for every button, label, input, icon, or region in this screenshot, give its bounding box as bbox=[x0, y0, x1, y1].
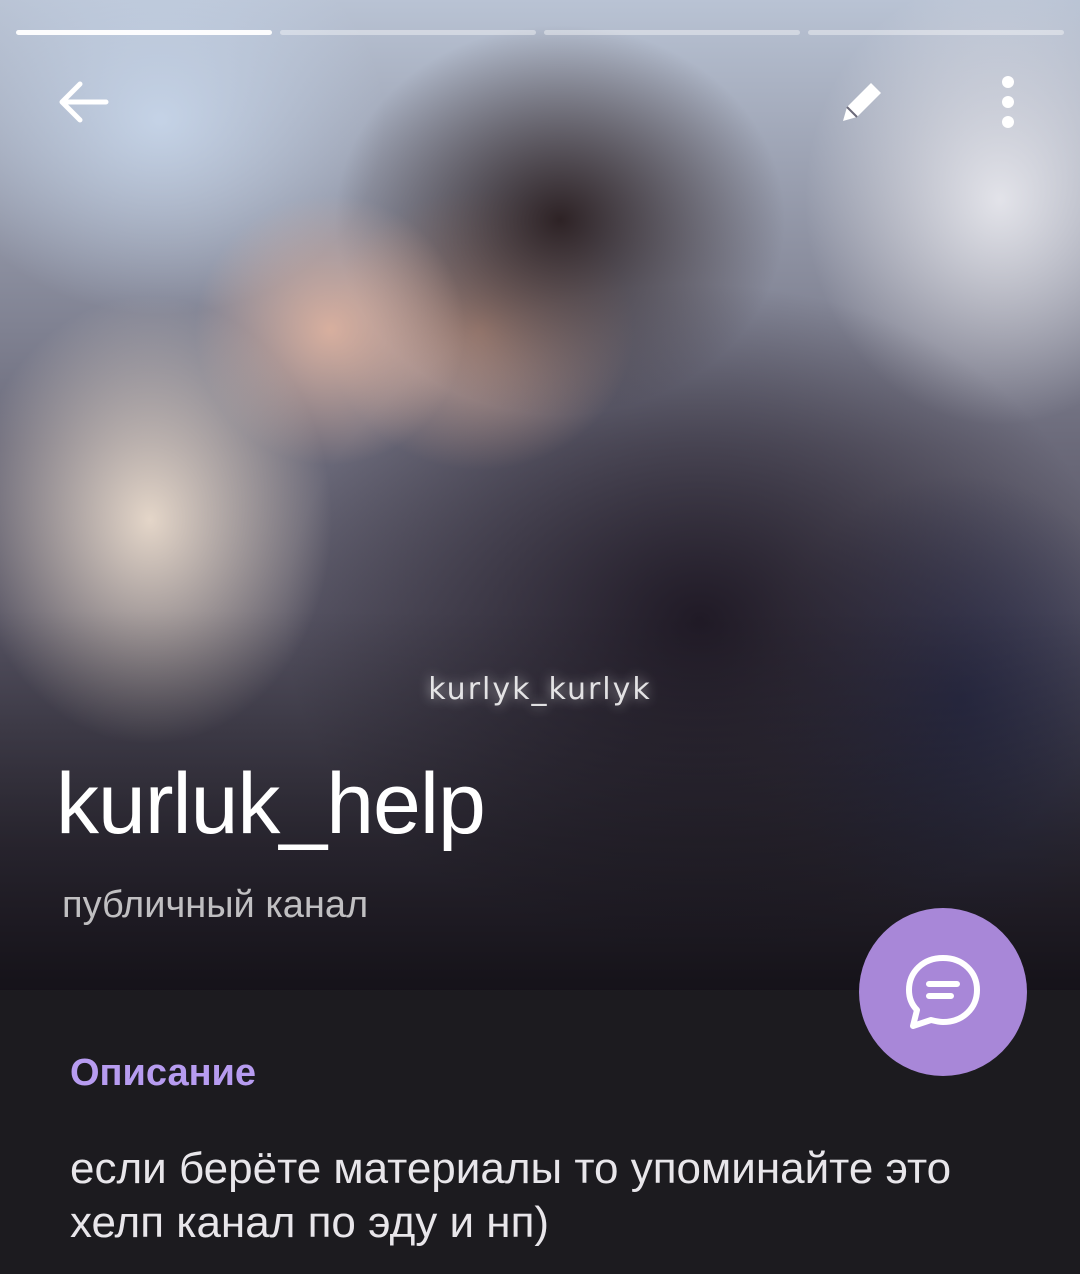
profile-cover-photo[interactable]: kurlyk_kurlyk kurluk_help публичный кана… bbox=[0, 0, 1080, 990]
description-label: Описание bbox=[70, 1052, 257, 1094]
edit-button[interactable] bbox=[830, 70, 894, 134]
channel-title: kurluk_help bbox=[56, 756, 486, 852]
chat-bubble-icon bbox=[906, 955, 980, 1029]
more-vert-icon bbox=[1002, 76, 1014, 128]
story-segment bbox=[280, 30, 536, 35]
story-segment bbox=[808, 30, 1064, 35]
channel-type-subtitle: публичный канал bbox=[62, 884, 369, 926]
image-watermark: kurlyk_kurlyk bbox=[428, 672, 652, 707]
story-segment bbox=[544, 30, 800, 35]
back-arrow-icon bbox=[59, 81, 109, 123]
more-options-button[interactable] bbox=[976, 70, 1040, 134]
story-progress-bars bbox=[16, 30, 1064, 35]
open-chat-button[interactable] bbox=[859, 908, 1027, 1076]
edit-pencil-icon bbox=[843, 83, 881, 121]
back-button[interactable] bbox=[52, 70, 116, 134]
description-text[interactable]: если берёте материалы то упоминайте это … bbox=[70, 1142, 1030, 1250]
story-segment bbox=[16, 30, 272, 35]
